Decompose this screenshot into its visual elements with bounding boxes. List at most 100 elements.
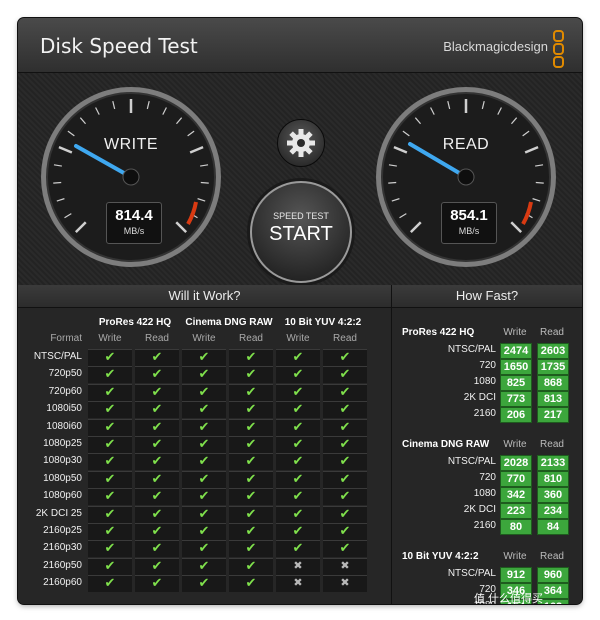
check-icon: ✔ xyxy=(104,401,116,417)
check-icon: ✔ xyxy=(245,453,257,469)
settings-button[interactable] xyxy=(277,119,325,167)
format-row-label: 1080p60 xyxy=(43,490,82,502)
check-icon: ✔ xyxy=(245,418,257,434)
check-icon: ✔ xyxy=(198,540,210,556)
check-icon: ✔ xyxy=(245,523,257,538)
gear-icon xyxy=(287,129,315,157)
check-icon: ✔ xyxy=(104,488,116,504)
read-speed-value: 868 xyxy=(537,375,569,391)
check-icon: ✔ xyxy=(339,540,351,556)
resolution-label: 1080 xyxy=(473,488,496,499)
column-header: Write xyxy=(98,333,122,344)
read-speed-value: 360 xyxy=(537,487,569,503)
write-speed-value: 1650 xyxy=(500,359,532,375)
read-speed-value: 84 xyxy=(537,519,569,535)
start-caption: SPEED TEST xyxy=(273,211,329,221)
check-icon: ✔ xyxy=(151,470,163,486)
write-speed-value: 912 xyxy=(500,567,532,583)
resolution-label: 2160 xyxy=(473,408,496,419)
format-row-label: 1080p30 xyxy=(43,455,82,467)
check-icon: ✔ xyxy=(151,383,163,399)
format-row-label: 720p50 xyxy=(48,368,82,380)
gauge-area: WRITE 814.4 MB/s SPEED TEST START READ 8… xyxy=(18,73,582,285)
check-icon: ✔ xyxy=(151,401,163,417)
read-speed-value: 2603 xyxy=(537,343,569,359)
check-icon: ✔ xyxy=(245,349,257,364)
check-icon: ✔ xyxy=(104,436,116,451)
format-row-label: 2160p25 xyxy=(43,525,82,536)
check-icon: ✔ xyxy=(245,557,257,573)
format-column-header: Format xyxy=(50,333,82,344)
app-window: Disk Speed Test Blackmagicdesign WRITE 8… xyxy=(18,18,582,604)
resolution-label: NTSC/PAL xyxy=(447,568,496,579)
write-gauge: WRITE 814.4 MB/s xyxy=(38,84,224,270)
resolution-label: 2K DCI xyxy=(463,392,496,403)
check-icon: ✔ xyxy=(104,383,116,399)
read-label: READ xyxy=(442,136,490,153)
read-speed-value: 234 xyxy=(537,503,569,519)
check-icon: ✔ xyxy=(292,540,304,556)
check-icon: ✔ xyxy=(151,436,163,451)
read-readout: 854.1 MB/s xyxy=(441,202,497,244)
watermark: 值 什么值得买 xyxy=(474,593,544,605)
codec-group-title: 10 Bit YUV 4:2:2 xyxy=(402,551,479,562)
check-icon: ✔ xyxy=(151,540,163,556)
write-readout: 814.4 MB/s xyxy=(106,202,162,244)
format-row-label: 1080p50 xyxy=(43,472,82,484)
check-icon: ✔ xyxy=(151,453,163,469)
check-icon: ✔ xyxy=(292,470,304,486)
write-speed-value: 773 xyxy=(500,391,532,407)
check-icon: ✔ xyxy=(151,488,163,504)
write-column-header: Write xyxy=(503,327,527,338)
start-button[interactable]: SPEED TEST START xyxy=(250,181,352,283)
write-speed-value: 2474 xyxy=(500,343,532,359)
check-icon: ✔ xyxy=(292,418,304,434)
read-unit: MB/s xyxy=(458,226,480,236)
check-icon: ✔ xyxy=(104,540,116,556)
check-icon: ✔ xyxy=(245,470,257,486)
check-icon: ✔ xyxy=(245,575,257,591)
column-header: Read xyxy=(333,333,357,344)
read-column-header: Read xyxy=(540,439,564,450)
check-icon: ✔ xyxy=(292,453,304,469)
codec-header: ProRes 422 HQ xyxy=(98,317,172,328)
format-row-label: 2160p50 xyxy=(43,559,82,571)
check-icon: ✔ xyxy=(151,418,163,434)
check-icon: ✔ xyxy=(104,575,116,591)
check-icon: ✔ xyxy=(339,453,351,469)
check-icon: ✔ xyxy=(292,505,304,521)
column-header: Write xyxy=(286,333,310,344)
how-fast-title: How Fast? xyxy=(392,285,582,308)
write-speed-value: 342 xyxy=(500,487,532,503)
check-icon: ✔ xyxy=(292,523,304,538)
brand-logo-icon xyxy=(553,30,564,68)
check-icon: ✔ xyxy=(198,401,210,417)
check-icon: ✔ xyxy=(151,575,163,591)
check-icon: ✔ xyxy=(198,383,210,399)
format-row-label: NTSC/PAL xyxy=(33,351,82,362)
write-speed-value: 2028 xyxy=(500,455,532,471)
check-icon: ✔ xyxy=(339,505,351,521)
check-icon: ✔ xyxy=(245,540,257,556)
check-icon: ✔ xyxy=(198,436,210,451)
read-column-header: Read xyxy=(540,551,564,562)
check-icon: ✔ xyxy=(292,401,304,417)
read-speed-value: 2133 xyxy=(537,455,569,471)
check-icon: ✔ xyxy=(198,488,210,504)
write-label: WRITE xyxy=(103,136,159,153)
check-icon: ✔ xyxy=(198,366,210,382)
cross-icon: ✖ xyxy=(293,577,303,590)
write-speed-value: 223 xyxy=(500,503,532,519)
start-label: START xyxy=(269,223,333,245)
read-speed-value: 217 xyxy=(537,407,569,423)
check-icon: ✔ xyxy=(198,470,210,486)
check-icon: ✔ xyxy=(292,436,304,451)
check-icon: ✔ xyxy=(339,436,351,451)
check-icon: ✔ xyxy=(339,418,351,434)
check-icon: ✔ xyxy=(339,383,351,399)
check-icon: ✔ xyxy=(339,366,351,382)
check-icon: ✔ xyxy=(292,383,304,399)
check-icon: ✔ xyxy=(151,349,163,364)
resolution-label: NTSC/PAL xyxy=(447,344,496,355)
write-unit: MB/s xyxy=(123,226,145,236)
